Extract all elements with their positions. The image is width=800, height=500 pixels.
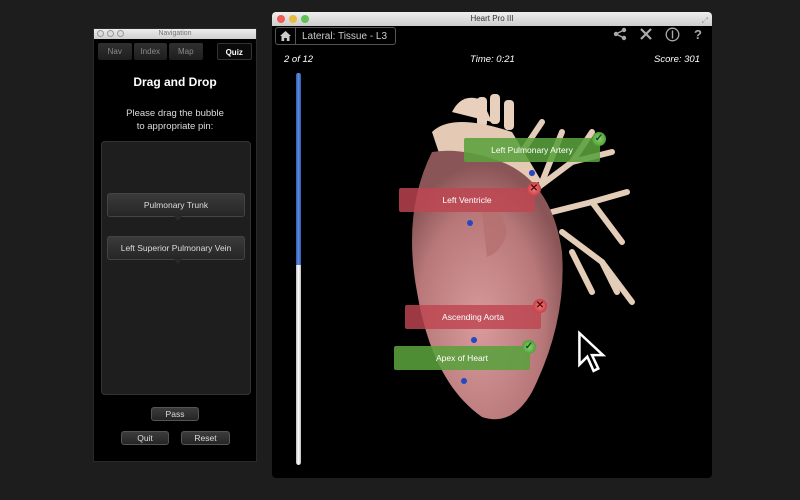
home-icon[interactable]: [276, 28, 296, 44]
x-mark-icon: ✕: [533, 299, 547, 313]
nav-tabs: Nav Index Map Quiz: [94, 39, 256, 60]
tab-index[interactable]: Index: [133, 43, 167, 60]
drag-bubble[interactable]: Left Superior Pulmonary Vein: [107, 236, 245, 264]
x-mark-icon: ✕: [527, 182, 541, 196]
bubble-container: Pulmonary Trunk Left Superior Pulmonary …: [101, 141, 251, 395]
share-icon[interactable]: [612, 27, 628, 43]
pin-marker[interactable]: [471, 337, 477, 343]
navigation-window-title: Navigation: [158, 30, 192, 37]
label-apex-of-heart[interactable]: Apex of Heart ✓: [394, 340, 536, 370]
quit-button[interactable]: Quit: [121, 431, 169, 445]
navigation-titlebar[interactable]: Navigation: [94, 29, 256, 39]
instruction-line-1: Please drag the bubble: [126, 108, 224, 119]
main-window: Heart Pro III ⤢ Lateral: Tissue - L3 ? 2…: [272, 12, 712, 478]
zoom-button[interactable]: [117, 30, 124, 37]
pass-button[interactable]: Pass: [151, 407, 199, 421]
label-text: Left Pulmonary Artery: [491, 145, 573, 155]
breadcrumb-label: Lateral: Tissue - L3: [302, 30, 388, 42]
checkmark-icon: ✓: [522, 340, 536, 354]
pin-marker[interactable]: [467, 220, 473, 226]
mouse-cursor-icon: [578, 330, 607, 373]
reset-button[interactable]: Reset: [181, 431, 230, 445]
tab-nav[interactable]: Nav: [98, 43, 132, 60]
instruction-line-2: to appropriate pin:: [136, 121, 214, 132]
toolbar: ?: [612, 27, 706, 43]
fullscreen-icon[interactable]: ⤢: [702, 14, 708, 28]
main-window-title: Heart Pro III: [470, 14, 514, 23]
main-titlebar[interactable]: Heart Pro III ⤢: [272, 12, 712, 26]
info-icon[interactable]: [664, 27, 680, 43]
drag-bubble[interactable]: Pulmonary Trunk: [107, 193, 245, 221]
pin-marker[interactable]: [529, 170, 535, 176]
quiz-title: Drag and Drop: [133, 75, 217, 89]
tools-icon[interactable]: [638, 27, 654, 43]
score: Score: 301: [654, 54, 700, 65]
tab-spacer: [205, 43, 215, 60]
minimize-button[interactable]: [107, 30, 114, 37]
pin-marker[interactable]: [461, 378, 467, 384]
timer: Time: 0:21: [470, 54, 515, 65]
question-counter: 2 of 12: [284, 54, 314, 65]
label-left-ventricle[interactable]: Left Ventricle ✕: [399, 182, 541, 212]
quiz-instruction: Please drag the bubble to appropriate pi…: [94, 107, 256, 133]
help-icon[interactable]: ?: [690, 27, 706, 43]
progress-fill: [296, 73, 301, 266]
label-text: Ascending Aorta: [442, 312, 504, 322]
tab-quiz[interactable]: Quiz: [216, 43, 252, 60]
tab-map[interactable]: Map: [169, 43, 203, 60]
label-left-pulmonary-artery[interactable]: Left Pulmonary Artery ✓: [464, 132, 606, 162]
label-text: Apex of Heart: [436, 353, 488, 363]
label-text: Left Ventricle: [442, 195, 492, 205]
breadcrumb[interactable]: Lateral: Tissue - L3: [275, 27, 397, 45]
checkmark-icon: ✓: [592, 132, 606, 146]
navigation-window: Navigation Nav Index Map Quiz Drag and D…: [93, 28, 257, 462]
close-button[interactable]: [97, 30, 104, 37]
close-button[interactable]: [277, 15, 285, 23]
minimize-button[interactable]: [289, 15, 297, 23]
zoom-button[interactable]: [301, 15, 309, 23]
label-ascending-aorta[interactable]: Ascending Aorta ✕: [405, 299, 547, 329]
progress-bar: [296, 73, 301, 465]
